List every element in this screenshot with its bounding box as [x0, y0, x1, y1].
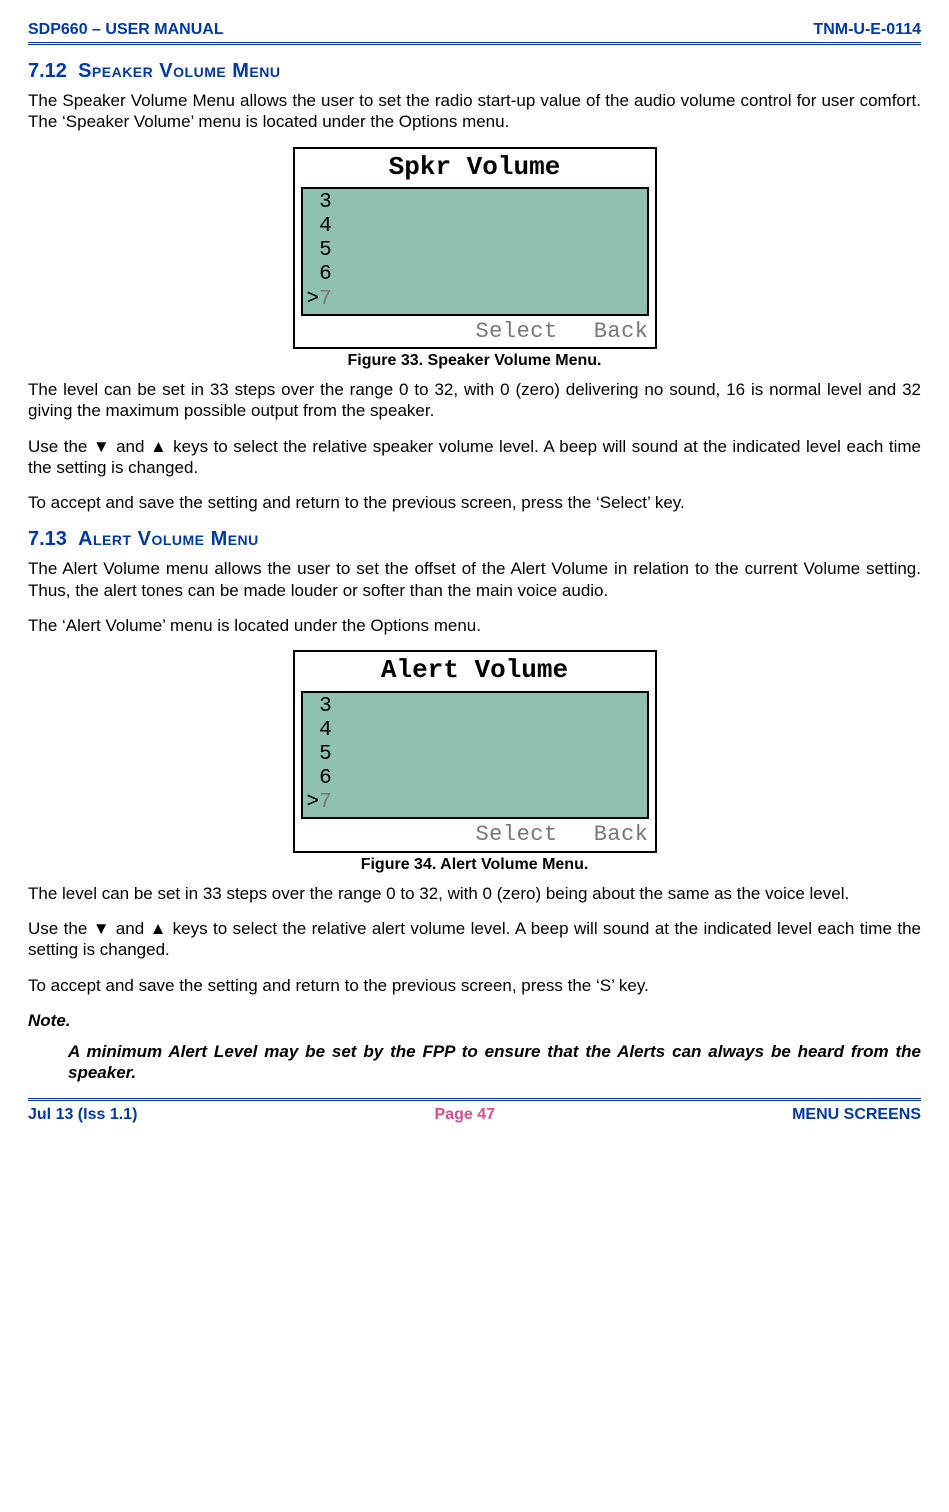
- softkey-back: Back: [594, 822, 649, 847]
- footer-right: MENU SCREENS: [792, 1105, 921, 1125]
- body-text: The level can be set in 33 steps over th…: [28, 379, 921, 422]
- body-text: The level can be set in 33 steps over th…: [28, 883, 921, 904]
- lcd-list: 3 4 5 6 >7: [301, 691, 649, 820]
- section-7-13-heading: 7.13 Alert Volume Menu: [28, 527, 921, 552]
- list-item: 6: [307, 263, 643, 287]
- body-text: Use the ▼ and ▲ keys to select the relat…: [28, 436, 921, 479]
- section-7-12-heading: 7.12 Speaker Volume Menu: [28, 59, 921, 84]
- figure-34: Alert Volume 3 4 5 6 >7 Select Back: [28, 650, 921, 853]
- list-item-selected: >7: [307, 791, 643, 815]
- section-number: 7.13: [28, 528, 67, 550]
- figure-caption: Figure 34. Alert Volume Menu.: [28, 855, 921, 875]
- lcd-screen: Spkr Volume 3 4 5 6 >7 Select Back: [293, 147, 657, 350]
- section-title: Alert Volume Menu: [78, 528, 259, 550]
- figure-caption: Figure 33. Speaker Volume Menu.: [28, 351, 921, 371]
- note-heading: Note.: [28, 1010, 921, 1031]
- lcd-title: Spkr Volume: [295, 149, 655, 184]
- softkey-select: Select: [475, 822, 557, 847]
- list-item: 3: [307, 695, 643, 719]
- section-number: 7.12: [28, 60, 67, 82]
- body-text: The Speaker Volume Menu allows the user …: [28, 90, 921, 133]
- list-item: 4: [307, 719, 643, 743]
- figure-33: Spkr Volume 3 4 5 6 >7 Select Back: [28, 147, 921, 350]
- list-item: 4: [307, 215, 643, 239]
- footer-center: Page 47: [137, 1105, 792, 1125]
- footer-left: Jul 13 (Iss 1.1): [28, 1105, 137, 1125]
- list-item: 3: [307, 191, 643, 215]
- body-text: The Alert Volume menu allows the user to…: [28, 558, 921, 601]
- page-footer: Jul 13 (Iss 1.1) Page 47 MENU SCREENS: [28, 1098, 921, 1125]
- list-item-selected: >7: [307, 288, 643, 312]
- lcd-screen: Alert Volume 3 4 5 6 >7 Select Back: [293, 650, 657, 853]
- page-header: SDP660 – USER MANUAL TNM-U-E-0114: [28, 20, 921, 45]
- lcd-softkeys: Select Back: [295, 316, 655, 348]
- softkey-back: Back: [594, 319, 649, 344]
- section-title: Speaker Volume Menu: [78, 60, 280, 82]
- header-right: TNM-U-E-0114: [813, 20, 921, 40]
- body-text: To accept and save the setting and retur…: [28, 492, 921, 513]
- lcd-softkeys: Select Back: [295, 819, 655, 851]
- lcd-list: 3 4 5 6 >7: [301, 187, 649, 316]
- header-left: SDP660 – USER MANUAL: [28, 20, 224, 40]
- list-item: 5: [307, 743, 643, 767]
- list-item: 6: [307, 767, 643, 791]
- body-text: The ‘Alert Volume’ menu is located under…: [28, 615, 921, 636]
- note-body: A minimum Alert Level may be set by the …: [68, 1041, 921, 1084]
- body-text: Use the ▼ and ▲ keys to select the relat…: [28, 918, 921, 961]
- body-text: To accept and save the setting and retur…: [28, 975, 921, 996]
- softkey-select: Select: [475, 319, 557, 344]
- list-item: 5: [307, 239, 643, 263]
- lcd-title: Alert Volume: [295, 652, 655, 687]
